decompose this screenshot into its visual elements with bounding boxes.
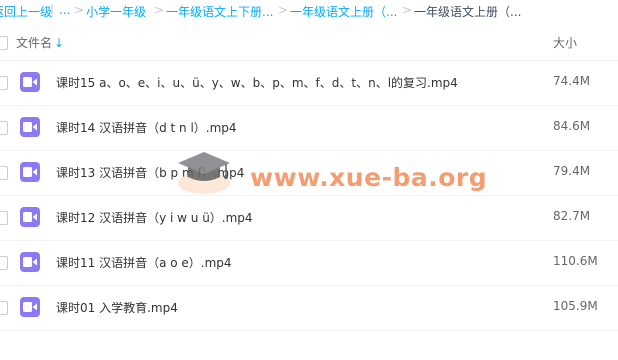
file-name[interactable]: 课时14 汉语拼音（d t n l）.mp4 bbox=[56, 119, 237, 136]
row-checkbox[interactable] bbox=[0, 256, 8, 270]
file-row[interactable]: 课时15 a、o、e、i、u、ü、y、w、b、p、m、f、d、t、n、l的复习.… bbox=[0, 60, 618, 106]
video-icon bbox=[20, 297, 40, 317]
breadcrumb-item-chinese-vol1[interactable]: 一年级语文上册（... bbox=[290, 3, 397, 20]
breadcrumb-ellipsis[interactable]: ... bbox=[59, 3, 70, 17]
file-size: 79.4M bbox=[553, 164, 591, 178]
column-header-size[interactable]: 大小 bbox=[553, 34, 577, 51]
row-checkbox[interactable] bbox=[0, 76, 8, 90]
row-checkbox[interactable] bbox=[0, 121, 8, 135]
watermark-text: www.xue-ba.org bbox=[250, 163, 488, 192]
video-icon bbox=[20, 207, 40, 227]
file-row[interactable]: 课时14 汉语拼音（d t n l）.mp4 84.6M bbox=[0, 105, 618, 151]
file-size: 105.9M bbox=[553, 299, 598, 313]
breadcrumb-item-chinese-all[interactable]: 一年级语文上下册... bbox=[166, 3, 273, 20]
file-name[interactable]: 课时12 汉语拼音（y i w u ü）.mp4 bbox=[56, 209, 253, 226]
file-row[interactable]: 课时12 汉语拼音（y i w u ü）.mp4 82.7M bbox=[0, 195, 618, 241]
row-checkbox[interactable] bbox=[0, 211, 8, 225]
file-row[interactable]: 课时01 入学教育.mp4 105.9M bbox=[0, 285, 618, 331]
file-name[interactable]: 课时01 入学教育.mp4 bbox=[56, 299, 178, 316]
breadcrumb-separator: > bbox=[74, 3, 85, 17]
breadcrumb-back-link[interactable]: 返回上一级 bbox=[0, 3, 52, 20]
video-icon bbox=[20, 252, 40, 272]
select-all-checkbox[interactable] bbox=[0, 36, 8, 50]
row-checkbox[interactable] bbox=[0, 166, 8, 180]
file-size: 82.7M bbox=[553, 209, 591, 223]
video-icon bbox=[20, 117, 40, 137]
file-name[interactable]: 课时15 a、o、e、i、u、ü、y、w、b、p、m、f、d、t、n、l的复习.… bbox=[56, 74, 458, 91]
breadcrumb-separator: | bbox=[50, 3, 55, 17]
sort-arrow-down-icon[interactable]: ↓ bbox=[54, 36, 64, 50]
file-name[interactable]: 课时11 汉语拼音（a o e）.mp4 bbox=[56, 254, 232, 271]
breadcrumb-item-grade1[interactable]: 小学一年级 bbox=[86, 3, 146, 20]
breadcrumb-current: 一年级语文上册（... bbox=[414, 5, 522, 19]
file-size: 110.6M bbox=[553, 254, 598, 268]
file-size: 74.4M bbox=[553, 74, 591, 88]
file-list-header: 文件名 ↓ 大小 bbox=[0, 22, 618, 61]
file-row[interactable]: 课时11 汉语拼音（a o e）.mp4 110.6M bbox=[0, 240, 618, 286]
row-checkbox[interactable] bbox=[0, 301, 8, 315]
breadcrumb: 返回上一级 | ... > 小学一年级 > 一年级语文上下册... > 一年级语… bbox=[0, 0, 618, 22]
file-size: 84.6M bbox=[553, 119, 591, 133]
breadcrumb-separator: > bbox=[402, 3, 413, 17]
video-icon bbox=[20, 162, 40, 182]
video-icon bbox=[20, 72, 40, 92]
breadcrumb-separator: > bbox=[154, 3, 165, 17]
graduation-cap-icon bbox=[174, 150, 234, 196]
breadcrumb-separator: > bbox=[278, 3, 289, 17]
column-header-name-label: 文件名 bbox=[16, 36, 53, 50]
column-header-name[interactable]: 文件名 ↓ bbox=[16, 34, 64, 51]
